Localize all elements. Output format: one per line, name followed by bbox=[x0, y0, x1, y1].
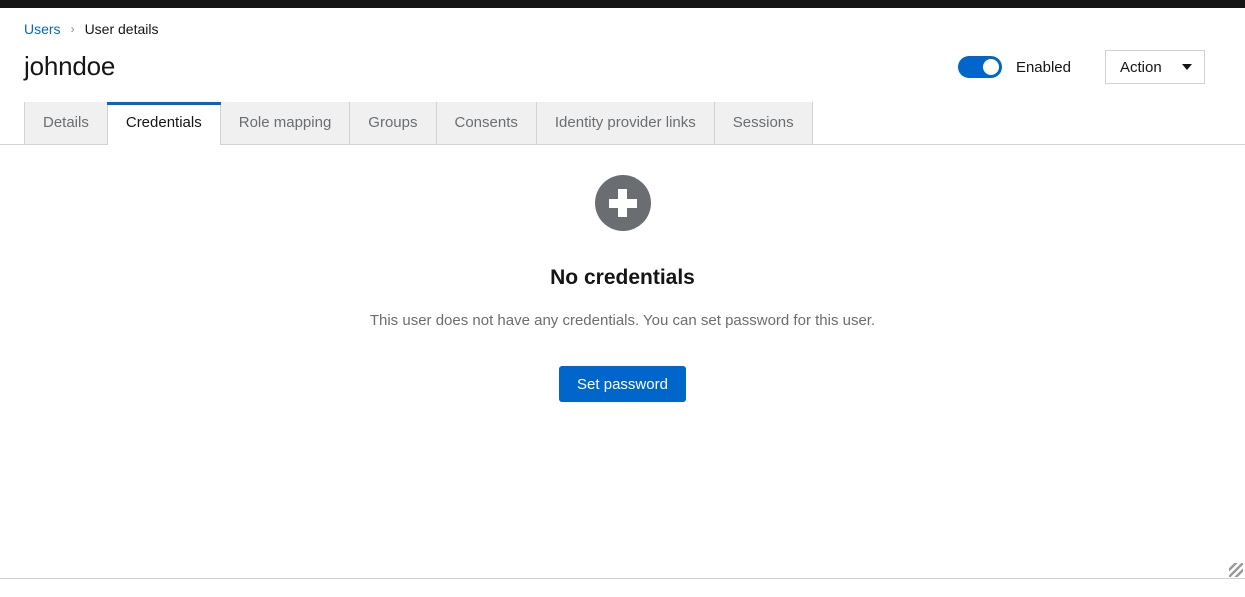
chevron-down-icon bbox=[1182, 64, 1192, 70]
enabled-toggle-label: Enabled bbox=[1015, 58, 1071, 76]
page-header: johndoe Enabled Action bbox=[0, 36, 1245, 84]
empty-state-description: This user does not have any credentials.… bbox=[369, 312, 876, 329]
toggle-knob bbox=[982, 59, 999, 75]
breadcrumb: Users › User details bbox=[0, 8, 1245, 36]
tab-consents[interactable]: Consents bbox=[435, 102, 536, 144]
tab-groups[interactable]: Groups bbox=[349, 102, 436, 144]
tab-details[interactable]: Details bbox=[24, 102, 107, 144]
tabs-container: Details Credentials Role mapping Groups Cons… bbox=[0, 102, 1245, 145]
action-dropdown-label: Action bbox=[1120, 58, 1162, 76]
tab-credentials[interactable]: Credentials bbox=[106, 102, 221, 145]
empty-state-title: No credentials bbox=[550, 266, 695, 289]
resize-handle[interactable] bbox=[1229, 563, 1243, 577]
page-title: johndoe bbox=[24, 51, 116, 82]
enabled-toggle[interactable] bbox=[957, 56, 1002, 78]
set-password-button[interactable]: Set password bbox=[559, 366, 686, 402]
enabled-toggle-group: Enabled bbox=[957, 56, 1071, 78]
plus-circle-icon bbox=[594, 175, 651, 231]
tab-sessions[interactable]: Sessions bbox=[713, 102, 813, 144]
tab-list: Details Credentials Role mapping Groups Cons… bbox=[0, 102, 1245, 145]
tab-role-mapping[interactable]: Role mapping bbox=[220, 102, 350, 144]
masthead-bar bbox=[0, 0, 1245, 8]
empty-state: No credentials This user does not have a… bbox=[0, 145, 1245, 402]
chevron-right-icon: › bbox=[70, 22, 75, 36]
header-actions: Enabled Action bbox=[957, 50, 1205, 84]
breadcrumb-current-user-details: User details bbox=[84, 21, 159, 37]
tab-identity-provider-links[interactable]: Identity provider links bbox=[535, 102, 714, 144]
breadcrumb-link-users[interactable]: Users bbox=[24, 22, 61, 36]
action-dropdown[interactable]: Action bbox=[1105, 50, 1205, 84]
bottom-strip bbox=[0, 579, 1245, 597]
